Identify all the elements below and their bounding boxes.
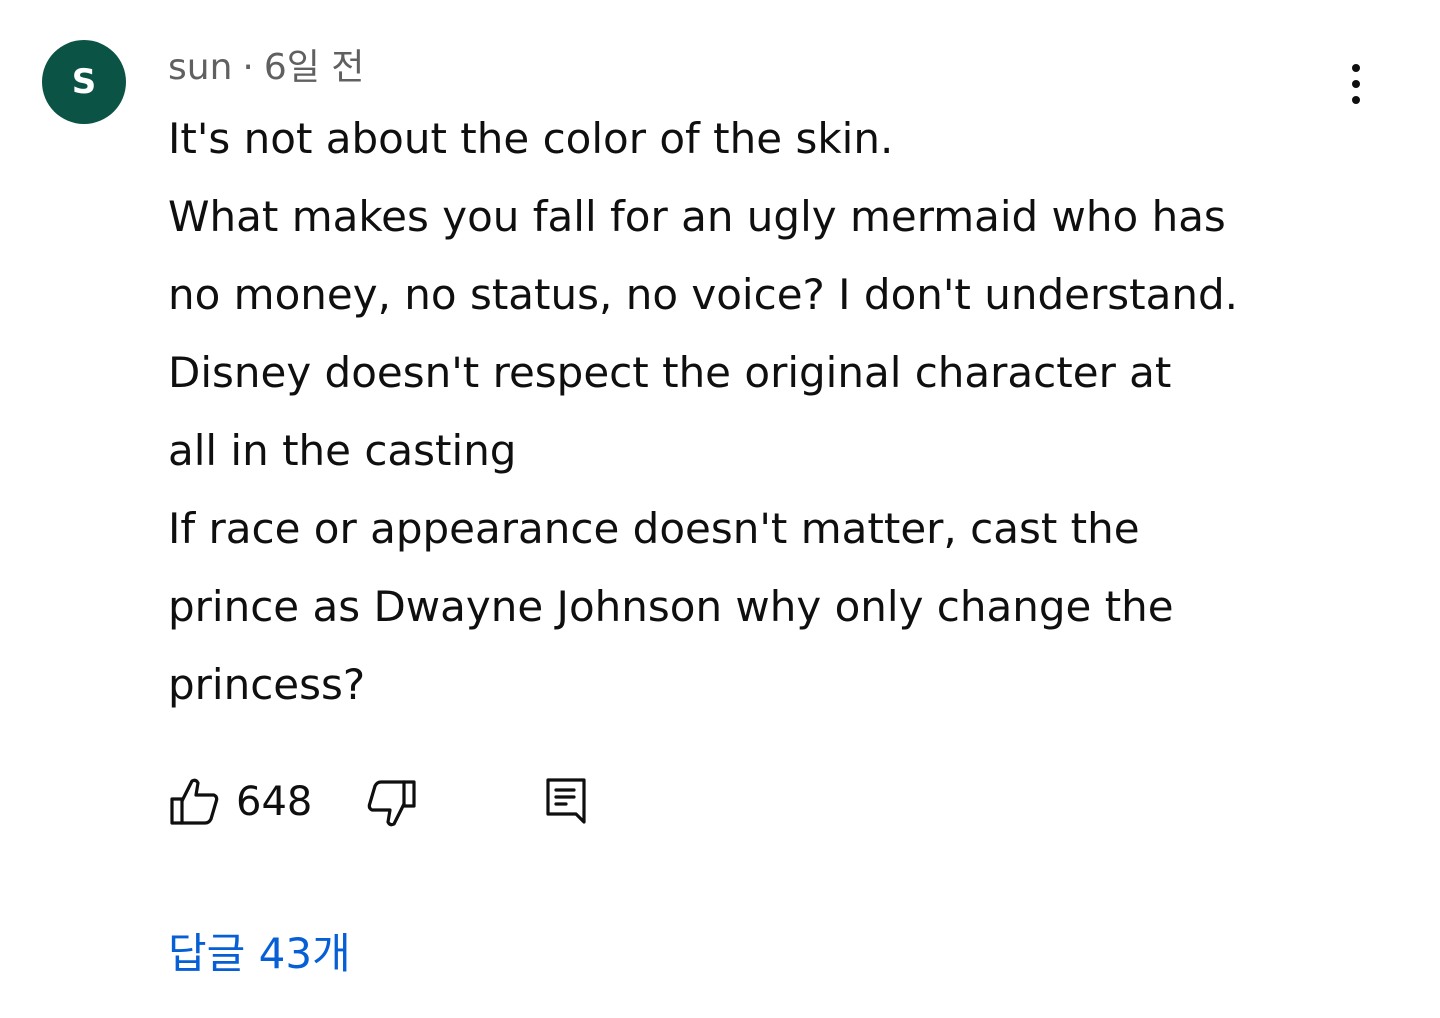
comment-meta: sun · 6일 전 xyxy=(168,42,364,94)
more-options-button[interactable] xyxy=(1332,56,1380,112)
more-vertical-icon-dot xyxy=(1352,80,1360,88)
more-vertical-icon-dot xyxy=(1352,96,1360,104)
author-name[interactable]: sun xyxy=(168,47,232,88)
view-replies-button[interactable]: 답글 43개 xyxy=(168,922,351,986)
reply-button[interactable] xyxy=(544,776,588,826)
comment-line: If race or appearance doesn't matter, ca… xyxy=(168,504,1140,553)
comment-line: princess? xyxy=(168,660,366,709)
comment-line: prince as Dwayne Johnson why only change… xyxy=(168,582,1174,631)
comment-timestamp[interactable]: 6일 전 xyxy=(264,47,365,88)
comment-line: Disney doesn't respect the original char… xyxy=(168,348,1172,397)
comment-actions: 648 xyxy=(168,772,668,832)
comment-line: It's not about the color of the skin. xyxy=(168,114,894,163)
comment-reply-icon xyxy=(546,778,586,824)
thumb-up-icon xyxy=(170,778,219,825)
comment-text: It's not about the color of the skin. Wh… xyxy=(168,100,1318,724)
comment-line: no money, no status, no voice? I don't u… xyxy=(168,270,1238,319)
comment-line: all in the casting xyxy=(168,426,517,475)
avatar-letter: S xyxy=(71,62,97,102)
thumb-down-icon xyxy=(367,780,416,827)
like-button[interactable]: 648 xyxy=(168,772,312,832)
avatar[interactable]: S xyxy=(42,40,126,124)
dislike-button[interactable] xyxy=(364,776,418,830)
like-count: 648 xyxy=(236,779,313,825)
comment-line: What makes you fall for an ugly mermaid … xyxy=(168,192,1226,241)
more-vertical-icon xyxy=(1352,64,1360,72)
meta-separator: · xyxy=(242,47,254,88)
